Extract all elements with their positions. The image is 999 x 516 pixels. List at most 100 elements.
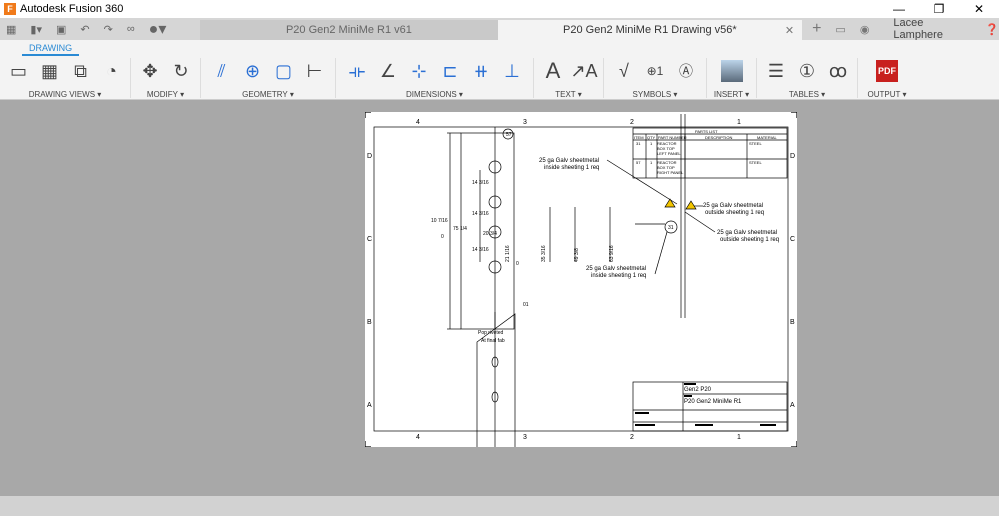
close-tab-icon[interactable]: ✕ xyxy=(785,24,794,37)
file-menu-icon[interactable]: ▮▾ xyxy=(30,23,42,36)
arrange-dimension-icon[interactable]: ⊥ xyxy=(501,60,523,82)
parts-list[interactable]: PARTS LIST ITEM QTY PART NUMBER DESCRIPT… xyxy=(632,127,788,179)
drawing-sheet[interactable]: 4 3 2 1 4 3 2 1 D C B A D C B A PARTS LI… xyxy=(364,111,798,453)
note[interactable]: At final fab xyxy=(481,338,505,344)
dimension[interactable]: 0 xyxy=(441,234,444,240)
zone-label: D xyxy=(367,153,372,160)
centerline-icon[interactable]: ⫽ xyxy=(211,60,233,82)
datum-identifier-icon[interactable]: Ⓐ xyxy=(675,60,697,82)
dimension[interactable]: 10 7/16 xyxy=(431,218,448,224)
zone-label: 4 xyxy=(416,434,420,441)
projected-view-icon[interactable]: ▦ xyxy=(39,60,61,82)
group-tables: ☰ ① ꝏ TABLES ▾ xyxy=(757,58,858,99)
parts-list-title: PARTS LIST xyxy=(695,129,718,134)
group-label[interactable]: INSERT ▾ xyxy=(707,90,756,99)
edge-extension-icon[interactable]: ⊢ xyxy=(304,60,326,82)
column-header: ITEM xyxy=(634,135,644,140)
center-mark-icon[interactable]: ⊕ xyxy=(242,60,264,82)
balloon-icon[interactable]: ① xyxy=(796,60,818,82)
zone-label: A xyxy=(790,402,795,409)
base-view-icon[interactable]: ▭ xyxy=(8,60,30,82)
group-label[interactable]: MODIFY ▾ xyxy=(131,90,200,99)
new-tab-icon[interactable]: + xyxy=(812,20,821,38)
balloon-31[interactable]: 31 xyxy=(668,225,674,231)
column-header: QTY xyxy=(647,135,656,140)
title-block[interactable]: Gen2 P20 P20 Gen2 MiniMe R1 xyxy=(632,381,788,432)
chain-dimension-icon[interactable]: ⧺ xyxy=(470,60,492,82)
notifications-icon[interactable]: ▭ xyxy=(835,23,845,36)
note[interactable]: 25 ga Galv sheetmetal xyxy=(703,203,763,209)
zone-label: D xyxy=(790,153,795,160)
renumber-icon[interactable]: ꝏ xyxy=(827,60,849,82)
ordinate-dimension-icon[interactable]: ⊹ xyxy=(408,60,430,82)
redo-icon[interactable]: ↷ xyxy=(104,23,113,36)
move-icon[interactable]: ✥ xyxy=(139,60,161,82)
dimension[interactable]: 21 1/16 xyxy=(505,245,511,262)
dimension-icon[interactable]: ⟛ xyxy=(346,60,368,82)
center-pattern-icon[interactable]: ▢ xyxy=(273,60,295,82)
table-icon[interactable]: ☰ xyxy=(765,60,787,82)
tab-drawing-workspace[interactable]: DRAWING xyxy=(22,43,80,56)
minimize-button[interactable]: — xyxy=(879,0,919,18)
user-name[interactable]: Lacee Lamphere xyxy=(893,17,971,41)
group-label[interactable]: SYMBOLS ▾ xyxy=(604,90,706,99)
text-icon[interactable]: A xyxy=(542,58,564,83)
rotate-icon[interactable]: ↻ xyxy=(170,60,192,82)
group-symbols: √ ⊕1 Ⓐ SYMBOLS ▾ xyxy=(604,58,707,99)
table-cell: 31 xyxy=(636,141,641,146)
note[interactable]: Pop riveted xyxy=(478,330,504,336)
note[interactable]: 25 ga Galv sheetmetal xyxy=(586,266,646,272)
insert-image-icon[interactable] xyxy=(720,60,743,82)
link-icon[interactable]: ∞ xyxy=(127,23,135,35)
note[interactable]: inside sheeting 1 req xyxy=(591,273,646,279)
balloon-57[interactable]: 57 xyxy=(506,132,512,138)
restore-button[interactable]: ❐ xyxy=(919,0,959,18)
dimension[interactable]: 01 xyxy=(523,302,529,308)
save-icon[interactable]: ▣ xyxy=(56,23,66,36)
note[interactable]: inside sheeting 1 req xyxy=(544,165,599,171)
dimension[interactable]: 63 9/16 xyxy=(609,245,615,262)
section-view-icon[interactable]: ⧉ xyxy=(70,60,92,82)
group-label[interactable]: DIMENSIONS ▾ xyxy=(336,90,533,99)
app-grid-icon[interactable]: ▦ xyxy=(6,23,16,36)
detail-view-icon[interactable]: ◔ xyxy=(101,60,123,82)
group-modify: ✥ ↻ MODIFY ▾ xyxy=(131,58,201,99)
toolbar: DRAWING ▭ ▦ ⧉ ◔ DRAWING VIEWS ▾ ✥ ↻ MODIFY ▾… xyxy=(0,40,999,100)
dimension[interactable]: 0 xyxy=(516,261,519,267)
pdf-export-icon[interactable]: PDF xyxy=(876,60,898,82)
group-label[interactable]: TEXT ▾ xyxy=(534,90,603,99)
tab-model[interactable]: P20 Gen2 MiniMe R1 v61 xyxy=(200,20,498,40)
dimension[interactable]: 14 3/16 xyxy=(472,211,489,217)
close-button[interactable]: ✕ xyxy=(959,0,999,18)
table-cell: 1 xyxy=(650,141,653,146)
note[interactable]: 25 ga Galv sheetmetal xyxy=(717,230,777,236)
zone-label: C xyxy=(790,236,795,243)
leader-icon[interactable]: ↗A xyxy=(570,60,597,82)
dimension[interactable]: 20 3/4 xyxy=(483,231,497,237)
surface-texture-icon[interactable]: √ xyxy=(613,60,635,82)
zone-label: 1 xyxy=(737,434,741,441)
zone-label: B xyxy=(367,319,372,326)
note[interactable]: 25 ga Galv sheetmetal xyxy=(539,158,599,164)
group-label[interactable]: OUTPUT ▾ xyxy=(858,90,916,99)
dimension[interactable]: 75 1/4 xyxy=(453,226,467,232)
dimension[interactable]: 35 3/16 xyxy=(541,245,547,262)
dimension[interactable]: 14 3/16 xyxy=(472,247,489,253)
feature-control-frame-icon[interactable]: ⊕1 xyxy=(644,60,666,82)
note[interactable]: outside sheeting 1 req xyxy=(705,210,764,216)
job-status-icon[interactable]: ◉ xyxy=(860,23,870,36)
tab-drawing[interactable]: P20 Gen2 MiniMe R1 Drawing v56* ✕ xyxy=(497,20,803,40)
dimension[interactable]: 49 3/8 xyxy=(574,248,580,262)
group-label[interactable]: TABLES ▾ xyxy=(757,90,857,99)
dimension[interactable]: 14 3/16 xyxy=(472,180,489,186)
undo-icon[interactable]: ↶ xyxy=(80,23,89,36)
group-label[interactable]: DRAWING VIEWS ▾ xyxy=(0,90,130,99)
zone-label: 2 xyxy=(630,434,634,441)
zone-label: 2 xyxy=(630,119,634,126)
angular-dimension-icon[interactable]: ∠ xyxy=(377,60,399,82)
note[interactable]: outside sheeting 1 req xyxy=(720,237,779,243)
globe-icon[interactable]: ●▾ xyxy=(149,19,167,39)
baseline-dimension-icon[interactable]: ⊏ xyxy=(439,60,461,82)
group-label[interactable]: GEOMETRY ▾ xyxy=(201,90,335,99)
help-icon[interactable]: ❓ xyxy=(985,23,999,36)
